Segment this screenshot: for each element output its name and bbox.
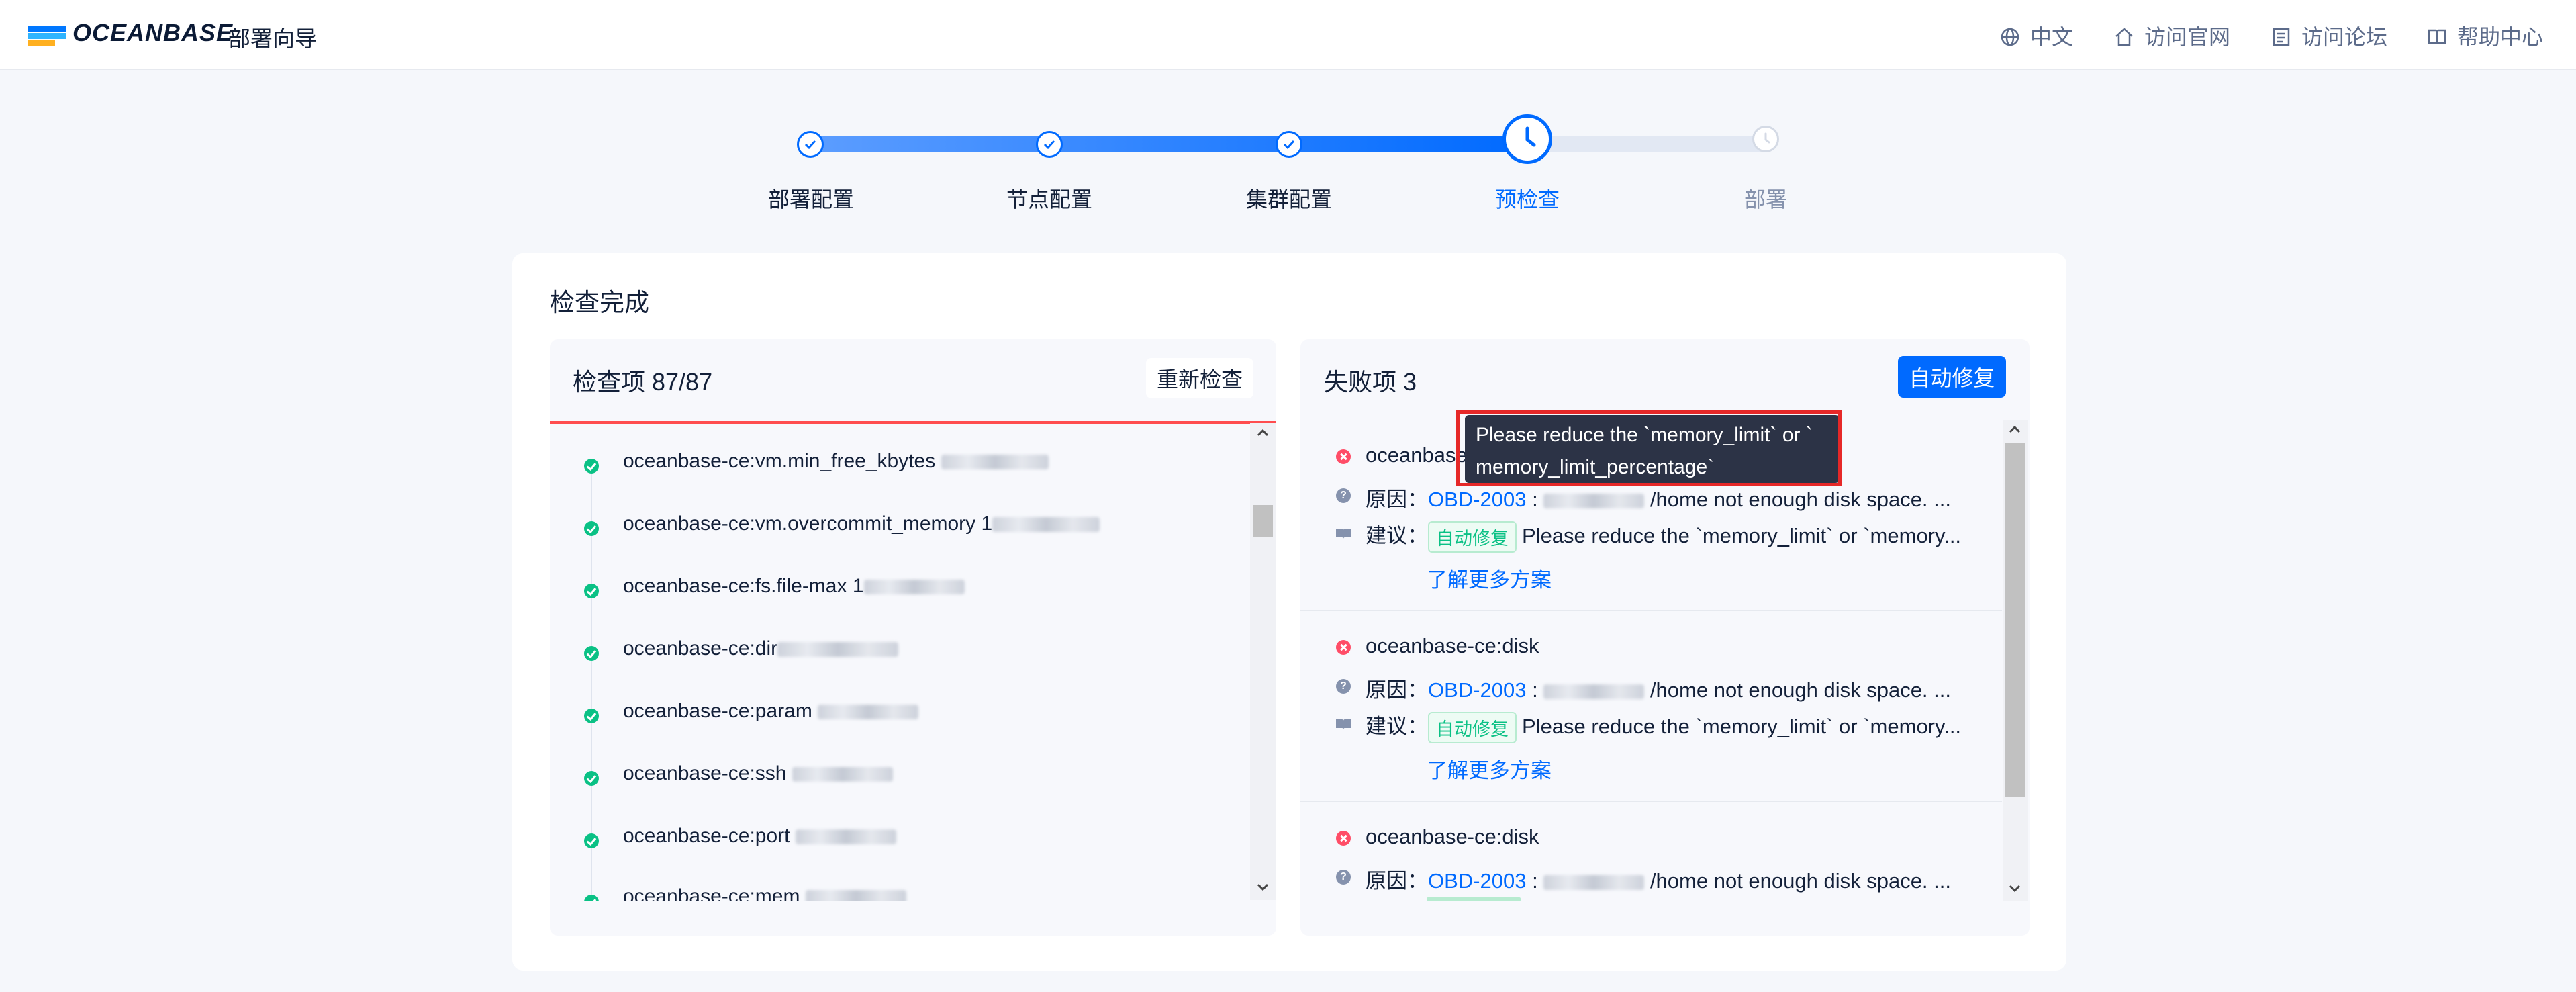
check-pass-icon xyxy=(584,833,599,848)
divider xyxy=(1300,801,2002,802)
check-pass-icon xyxy=(584,771,599,786)
learn-more-link[interactable]: 了解更多方案 xyxy=(1427,754,1552,784)
question-icon: ? xyxy=(1336,679,1351,694)
question-icon: ? xyxy=(1336,870,1351,885)
scroll-down-arrow-icon[interactable] xyxy=(1255,880,1270,895)
steps-progress-remaining xyxy=(1527,136,1766,152)
autofix-tag: 自动修复 xyxy=(1428,521,1517,553)
step-4-current-clock-icon xyxy=(1502,114,1552,164)
step-label-node-config: 节点配置 xyxy=(1006,187,1093,212)
step-3-done-icon xyxy=(1276,131,1302,158)
fail-suggestion: 建议： 自动修复 Please reduce the `memory_limit` … xyxy=(1366,709,1961,744)
help-center-link[interactable]: 帮助中心 xyxy=(2426,20,2543,51)
check-pass-icon xyxy=(584,584,599,598)
forum-icon xyxy=(2273,28,2290,46)
step-label-precheck: 预检查 xyxy=(1494,187,1560,212)
scroll-up-arrow-icon[interactable] xyxy=(1255,425,1270,440)
fail-item-name: oceanbase-ce:disk xyxy=(1366,825,1539,848)
learn-more-link[interactable]: 了解更多方案 xyxy=(1427,563,1552,593)
globe-icon xyxy=(2001,28,2019,46)
check-item: oceanbase-ce:dir xyxy=(623,637,899,660)
card-title: 检查完成 xyxy=(550,289,649,316)
check-item: oceanbase-ce:vm.min_free_kbytes xyxy=(623,450,1049,473)
check-items-title: 检查项 87/87 xyxy=(573,368,713,396)
error-code-link[interactable]: OBD-2003 xyxy=(1428,678,1526,702)
check-item: oceanbase-ce:vm.overcommit_memory 1 xyxy=(623,512,1100,535)
question-icon: ? xyxy=(1336,488,1351,503)
divider xyxy=(1300,610,2002,611)
suggestion-book-icon xyxy=(1336,719,1351,729)
fail-icon xyxy=(1336,831,1351,846)
visit-website-link[interactable]: 访问官网 xyxy=(2113,20,2230,51)
check-list-scrollbar-thumb[interactable] xyxy=(1253,505,1273,537)
step-2-done-icon xyxy=(1036,131,1063,158)
visit-forum-label: 访问论坛 xyxy=(2301,25,2388,49)
autofix-tag: 自动修复 xyxy=(1428,712,1517,744)
recheck-button[interactable]: 重新检查 xyxy=(1146,358,1253,398)
autofix-tag-clipped xyxy=(1427,897,1521,901)
step-5-pending-clock-icon xyxy=(1752,126,1779,152)
error-code-link[interactable]: OBD-2003 xyxy=(1428,869,1526,893)
check-list-scrollbar[interactable] xyxy=(1250,423,1276,900)
check-pass-icon xyxy=(584,521,599,536)
fail-reason: 原因：OBD-2003 : /home not enough disk spac… xyxy=(1366,869,1951,893)
check-pass-icon xyxy=(584,646,599,661)
check-pass-icon xyxy=(584,709,599,723)
auto-fix-button[interactable]: 自动修复 xyxy=(1898,356,2006,398)
check-pass-icon xyxy=(584,459,599,474)
check-item: oceanbase-ce:port xyxy=(623,825,896,848)
step-1-done-icon xyxy=(797,131,824,158)
visit-website-label: 访问官网 xyxy=(2144,25,2231,49)
check-item: oceanbase-ce:param xyxy=(623,700,919,723)
fail-icon xyxy=(1336,640,1351,655)
visit-forum-link[interactable]: 访问论坛 xyxy=(2271,20,2387,51)
step-label-deploy-config: 部署配置 xyxy=(767,187,855,212)
check-pass-icon xyxy=(584,895,599,901)
error-code-link[interactable]: OBD-2003 xyxy=(1428,488,1526,511)
fail-icon xyxy=(1336,449,1351,464)
failed-list-scrollbar-thumb[interactable] xyxy=(2005,443,2025,797)
logo-text: OCEANBASE xyxy=(73,19,234,46)
panel-divider-line xyxy=(550,421,1276,424)
fail-reason: 原因：OBD-2003 : /home not enough disk spac… xyxy=(1366,678,1951,702)
fail-suggestion: 建议： 自动修复 Please reduce the `memory_limit` … xyxy=(1366,518,1961,553)
check-item: oceanbase-ce:ssh xyxy=(623,762,893,785)
step-label-deploy: 部署 xyxy=(1744,187,1788,212)
steps-progress-filled xyxy=(810,136,1527,152)
failed-items-title: 失败项 3 xyxy=(1324,368,1417,396)
scroll-down-arrow-icon[interactable] xyxy=(2007,881,2022,896)
help-center-label: 帮助中心 xyxy=(2457,25,2544,49)
top-bar: OCEANBASE 部署向导 中文 访问官网 访问论坛 帮助中心 xyxy=(0,0,2576,70)
fail-reason: 原因：OBD-2003 : /home not enough disk spac… xyxy=(1366,488,1951,511)
step-label-cluster-config: 集群配置 xyxy=(1245,187,1333,212)
scroll-up-arrow-icon[interactable] xyxy=(2007,422,2022,437)
language-switch[interactable]: 中文 xyxy=(1999,20,2073,51)
suggestion-book-icon xyxy=(1336,529,1351,539)
book-icon xyxy=(2428,29,2446,45)
oceanbase-logo-icon xyxy=(28,26,66,46)
check-item: oceanbase-ce:fs.file-max 1 xyxy=(623,575,965,598)
language-label: 中文 xyxy=(2030,25,2074,49)
app-subtitle: 部署向导 xyxy=(228,26,317,51)
tooltip-highlight-frame xyxy=(1456,410,1842,486)
home-icon xyxy=(2115,28,2133,46)
check-item-clipped: oceanbase-ce:mem xyxy=(577,885,1249,901)
fail-item-name: oceanbase-ce:disk xyxy=(1366,634,1539,658)
